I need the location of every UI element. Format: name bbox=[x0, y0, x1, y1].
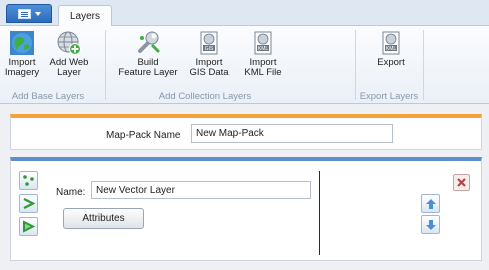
import-imagery-button[interactable]: Import Imagery bbox=[2, 30, 42, 78]
points-icon bbox=[23, 175, 34, 186]
kml-file-icon: KML bbox=[254, 31, 272, 55]
import-kml-file-button[interactable]: KML Import KML File bbox=[238, 30, 288, 78]
layer-name-label: Name: bbox=[56, 187, 86, 198]
add-polygon-button[interactable] bbox=[19, 217, 38, 236]
arrow-up-icon bbox=[425, 198, 436, 209]
map-pack-name-label: Map-Pack Name bbox=[106, 130, 181, 141]
button-label: Imagery bbox=[4, 67, 40, 78]
group-label-export-layers: Export Layers bbox=[359, 91, 419, 102]
gis-file-icon: GIS bbox=[200, 31, 218, 55]
application-menu-button[interactable] bbox=[6, 4, 52, 23]
button-label: Export bbox=[377, 57, 405, 68]
vector-layer-panel: Name: Attributes bbox=[10, 157, 482, 261]
attributes-button[interactable]: Attributes bbox=[63, 208, 144, 229]
panel-divider bbox=[319, 171, 320, 255]
delete-layer-button[interactable] bbox=[453, 174, 470, 191]
wrench-build-icon bbox=[138, 31, 160, 53]
group-separator bbox=[423, 30, 424, 100]
move-up-button[interactable] bbox=[421, 194, 440, 213]
svg-text:KML: KML bbox=[386, 46, 397, 52]
polygon-icon bbox=[23, 220, 35, 233]
svg-text:KML: KML bbox=[258, 46, 269, 52]
import-gis-data-button[interactable]: GIS Import GIS Data bbox=[185, 30, 233, 78]
web-globe-add-icon bbox=[57, 31, 81, 55]
line-icon bbox=[23, 198, 35, 209]
globe-imagery-icon bbox=[10, 31, 34, 55]
arrow-down-icon bbox=[425, 219, 436, 230]
group-separator bbox=[105, 30, 106, 100]
layer-name-input[interactable] bbox=[91, 181, 311, 199]
map-pack-name-input[interactable] bbox=[191, 124, 393, 143]
group-label-add-collection-layers: Add Collection Layers bbox=[158, 91, 252, 102]
chevron-down-icon bbox=[34, 11, 41, 16]
add-points-button[interactable] bbox=[19, 171, 38, 190]
map-pack-panel: Map-Pack Name bbox=[10, 114, 482, 150]
button-label: KML File bbox=[244, 67, 282, 78]
close-icon bbox=[457, 178, 466, 187]
add-line-button[interactable] bbox=[19, 194, 38, 213]
build-feature-layer-button[interactable]: Build Feature Layer bbox=[118, 30, 178, 78]
button-label: GIS Data bbox=[189, 67, 229, 78]
move-down-button[interactable] bbox=[421, 215, 440, 234]
button-label: Feature Layer bbox=[118, 67, 178, 78]
add-web-layer-button[interactable]: Add Web Layer bbox=[44, 30, 94, 78]
button-label: Layer bbox=[57, 67, 81, 78]
ribbon-panel: Import Imagery Add Web Layer Build Featu… bbox=[0, 26, 489, 104]
app-menu-icon bbox=[17, 8, 31, 19]
group-separator bbox=[355, 30, 356, 100]
ribbon-tab-row: Layers bbox=[0, 0, 489, 27]
group-label-add-base-layers: Add Base Layers bbox=[11, 91, 85, 102]
tab-layers[interactable]: Layers bbox=[58, 5, 112, 27]
svg-text:GIS: GIS bbox=[205, 46, 214, 52]
export-button[interactable]: KML Export bbox=[370, 30, 412, 68]
kml-export-icon: KML bbox=[382, 31, 400, 55]
